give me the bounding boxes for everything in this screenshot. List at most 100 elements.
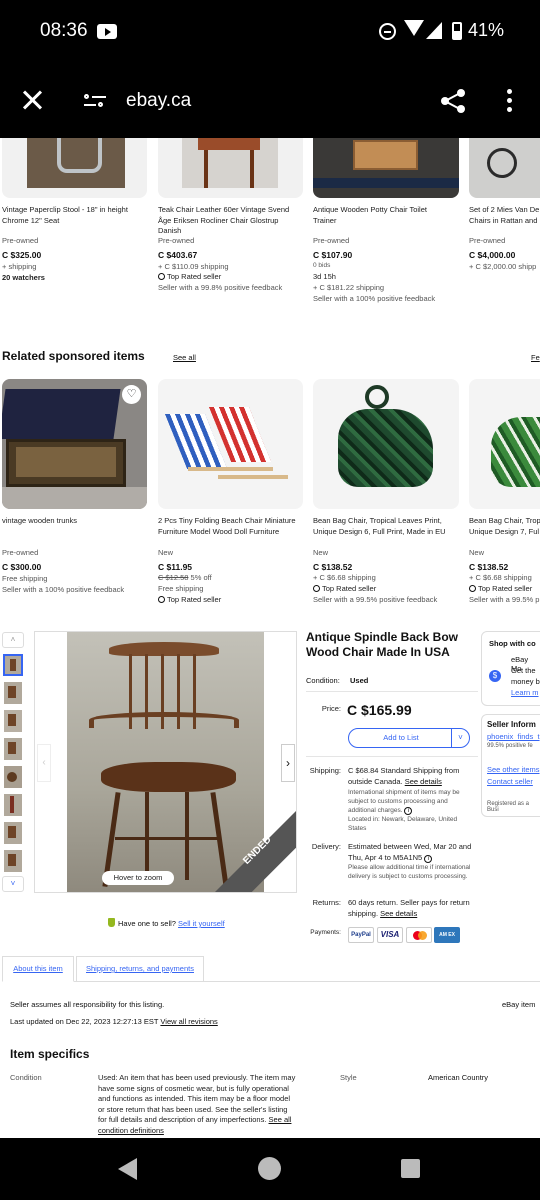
listing-price: C $11.95	[158, 562, 193, 572]
close-icon[interactable]	[20, 88, 44, 112]
listing-title[interactable]: Antique Wooden Potty Chair Toilet Trainer	[313, 205, 459, 226]
price-label: Price:	[321, 704, 341, 713]
item-specifics-heading: Item specifics	[10, 1047, 90, 1061]
listing-shipping: + C $6.68 shipping	[469, 573, 532, 582]
sell-prompt: Have one to sell?	[118, 919, 176, 928]
thumbnail[interactable]	[4, 710, 22, 732]
paypal-icon: PayPal	[348, 927, 374, 943]
chevron-up-icon[interactable]: ˄	[2, 632, 24, 648]
chevron-down-icon[interactable]: ˅	[451, 729, 469, 747]
listing-condition: New	[313, 548, 329, 557]
item-image-bean-bag-2[interactable]	[469, 379, 540, 509]
site-settings-icon[interactable]	[84, 92, 106, 110]
listing-shipping: Free shipping	[158, 584, 204, 593]
chevron-right-icon[interactable]: ›	[281, 744, 295, 782]
shipping-details-link[interactable]: See details	[405, 777, 442, 786]
listing-price: C $403.67	[158, 250, 198, 260]
item-image-bean-bag[interactable]	[313, 379, 459, 509]
spec-style-label: Style	[340, 1073, 357, 1082]
top-rated-icon	[158, 273, 165, 280]
tab-shipping-label: Shipping, returns, and payments	[86, 964, 194, 973]
thumbnail[interactable]	[4, 822, 22, 844]
mastercard-icon	[406, 927, 432, 943]
condition-value: Used	[350, 676, 369, 685]
thumbnail[interactable]	[3, 654, 23, 676]
main-item-image[interactable]: Hover to zoom	[67, 632, 264, 892]
sell-prompt-row: Have one to sell? Sell it yourself	[108, 918, 225, 928]
recents-icon[interactable]	[401, 1159, 420, 1178]
listing-watchers: 20 watchers	[2, 273, 45, 282]
listing-shipping: + C $110.09 shipping	[158, 262, 229, 271]
add-to-list-label: Add to List	[383, 733, 419, 742]
feedback-link[interactable]: Fe	[531, 353, 540, 362]
seller-responsibility: Seller assumes all responsibility for th…	[10, 1000, 165, 1009]
browser-toolbar: ebay.ca	[0, 70, 540, 138]
divider	[306, 691, 478, 692]
sell-it-yourself-link[interactable]: Sell it yourself	[178, 919, 225, 928]
listing-condition: Pre-owned	[313, 236, 350, 245]
listing-condition: Pre-owned	[2, 236, 39, 245]
related-heading: Related sponsored items	[2, 349, 145, 363]
listing-price: C $4,000.00	[469, 250, 516, 260]
shipping-label: Shipping:	[309, 766, 341, 775]
see-all-link[interactable]: See all	[173, 353, 196, 362]
top-rated-label: Top Rated seller	[478, 584, 533, 593]
listing-title[interactable]: 2 Pcs Tiny Folding Beach Chair Miniature…	[158, 516, 303, 537]
seller-feedback: Seller with a 99.5% positive feedback	[313, 595, 438, 604]
listing-condition: Pre-owned	[158, 236, 195, 245]
item-image-potty-chair[interactable]	[313, 138, 459, 198]
listing-title[interactable]: Set of 2 Mies Van De Chairs in Rattan and	[469, 205, 540, 226]
condition-label: Condition:	[306, 676, 340, 685]
tab-about[interactable]: About this item	[2, 956, 74, 982]
watch-heart-icon[interactable]: ♡	[122, 385, 141, 404]
see-other-items-link[interactable]: See other items	[487, 765, 540, 774]
listing-price: C $138.52	[313, 562, 353, 572]
tab-shipping[interactable]: Shipping, returns, and payments	[76, 956, 204, 982]
wifi-icon	[404, 20, 424, 36]
listing-title[interactable]: Bean Bag Chair, Trop Unique Design 7, Ful	[469, 516, 540, 537]
url-text[interactable]: ebay.ca	[126, 90, 191, 112]
item-image-stool[interactable]	[2, 138, 147, 198]
info-icon[interactable]: i	[404, 807, 413, 815]
listing-title[interactable]: Vintage Paperclip Stool - 18" in height C…	[2, 205, 147, 226]
listing-title[interactable]: Bean Bag Chair, Tropical Leaves Print, Un…	[313, 516, 459, 537]
chevron-down-icon[interactable]: ˅	[2, 876, 24, 892]
seller-name-link[interactable]: phoenix_finds_t	[487, 732, 540, 741]
share-icon[interactable]	[440, 88, 466, 114]
youtube-icon	[97, 24, 117, 39]
time-left: 3d 15h	[313, 272, 336, 281]
home-icon[interactable]	[258, 1157, 281, 1180]
more-menu-icon[interactable]	[507, 89, 513, 113]
returns-details-link[interactable]: See details	[380, 909, 417, 918]
chevron-left-icon[interactable]: ‹	[37, 744, 51, 782]
seller-feedback: 99.5% positive fe	[487, 743, 533, 749]
hover-to-zoom: Hover to zoom	[102, 871, 174, 885]
listing-shipping: + shipping	[2, 262, 37, 271]
spec-condition-value: Used: An item that has been used previou…	[98, 1073, 296, 1124]
discount: 5% off	[190, 573, 212, 582]
listing-shipping: + C $6.68 shipping	[313, 573, 376, 582]
item-image-rattan-chairs[interactable]	[469, 138, 540, 198]
thumbnail[interactable]	[4, 682, 22, 704]
thumbnail[interactable]	[4, 794, 22, 816]
returns-label: Returns:	[312, 898, 341, 907]
item-image-beach-chairs[interactable]	[158, 379, 303, 509]
item-image-teak-chair[interactable]	[158, 138, 303, 198]
add-to-list-button[interactable]: Add to List ˅	[348, 728, 470, 748]
learn-more-link[interactable]: Learn m	[511, 688, 539, 697]
listing-title[interactable]: Teak Chair Leather 60er Vintage Svend Åge…	[158, 205, 303, 237]
back-icon[interactable]	[118, 1158, 137, 1180]
view-revisions-link[interactable]: View all revisions	[160, 1017, 217, 1026]
listing-title[interactable]: vintage wooden trunks	[2, 516, 77, 527]
info-icon[interactable]: i	[424, 854, 433, 863]
money-back-line: money b	[511, 677, 540, 686]
listing-price: C $300.00	[2, 562, 42, 572]
seller-info-heading: Seller Inform	[487, 720, 536, 729]
thumbnail[interactable]	[4, 766, 22, 788]
seller-feedback: Seller with a 99.8% positive feedback	[158, 283, 283, 292]
delivery-estimate: Estimated between Wed, Mar 20 and Thu, A…	[348, 842, 472, 862]
signal-icon	[426, 22, 442, 39]
contact-seller-link[interactable]: Contact seller	[487, 777, 533, 786]
thumbnail[interactable]	[4, 738, 22, 760]
thumbnail[interactable]	[4, 850, 22, 872]
